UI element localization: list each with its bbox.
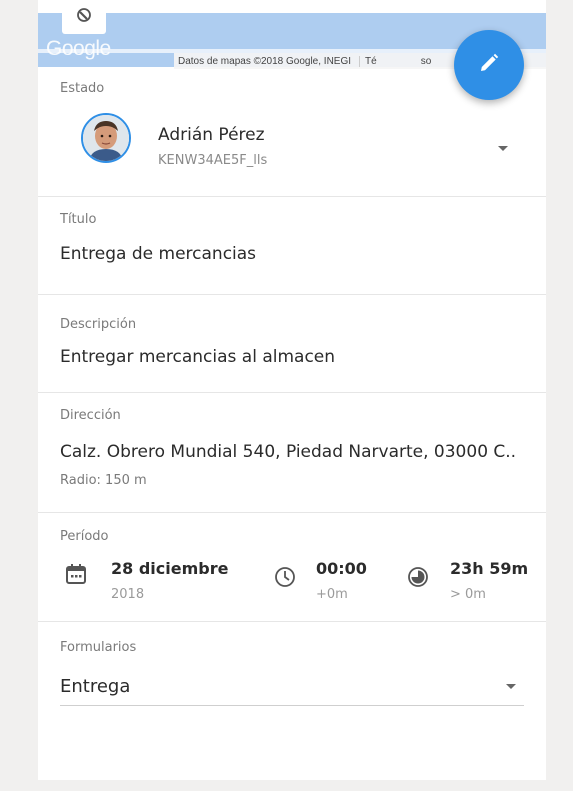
formularios-selected-value: Entrega xyxy=(60,676,131,697)
direccion-radius: Radio: 150 m xyxy=(60,473,147,488)
descripcion-value: Entregar mercancias al almacen xyxy=(60,347,336,367)
map-terms-tail: so xyxy=(420,55,432,67)
task-detail-card: Google Datos de mapas ©2018 Google, INEG… xyxy=(38,0,546,780)
chevron-down-icon[interactable] xyxy=(506,684,516,689)
period-time-offset: +0m xyxy=(316,587,348,602)
descripcion-label: Descripción xyxy=(60,317,137,332)
titulo-section[interactable]: Título Entrega de mercancias xyxy=(38,197,546,295)
direccion-value: Calz. Obrero Mundial 540, Piedad Narvart… xyxy=(60,442,517,462)
map-terms-link[interactable]: Té xyxy=(359,55,377,67)
user-id: KENW34AE5F_lls xyxy=(158,153,268,168)
avatar xyxy=(81,113,131,163)
direccion-label: Dirección xyxy=(60,408,121,423)
period-time[interactable]: 00:00 xyxy=(316,559,367,578)
formularios-label: Formularios xyxy=(60,640,137,655)
period-date[interactable]: 28 diciembre xyxy=(111,559,228,578)
titulo-label: Título xyxy=(60,212,97,227)
period-year: 2018 xyxy=(111,587,145,602)
map-layer-button[interactable] xyxy=(62,0,106,34)
user-name: Adrián Pérez xyxy=(158,125,265,145)
periodo-section: Período 28 diciembre 2018 00:00 +0m 23h … xyxy=(38,513,546,622)
formularios-select[interactable]: Entrega xyxy=(60,662,524,706)
globe-icon xyxy=(76,7,92,27)
calendar-icon xyxy=(65,563,87,589)
timer-icon xyxy=(407,566,429,592)
direccion-section[interactable]: Dirección Calz. Obrero Mundial 540, Pied… xyxy=(38,393,546,513)
formularios-section: Formularios Entrega xyxy=(38,622,546,780)
estado-section[interactable]: Estado Adrián Pérez KENW34AE5F_lls xyxy=(38,67,546,197)
google-logo: Google xyxy=(46,37,111,60)
map-attribution-text: Datos de mapas ©2018 Google, INEGI xyxy=(178,55,352,67)
estado-label: Estado xyxy=(60,81,105,96)
period-duration[interactable]: 23h 59m xyxy=(450,559,546,578)
clock-icon xyxy=(274,566,296,592)
periodo-label: Período xyxy=(60,529,109,544)
chevron-down-icon[interactable] xyxy=(498,146,508,151)
descripcion-section[interactable]: Descripción Entregar mercancias al almac… xyxy=(38,295,546,393)
period-duration-sub: > 0m xyxy=(450,587,486,602)
titulo-value: Entrega de mercancias xyxy=(60,244,257,264)
